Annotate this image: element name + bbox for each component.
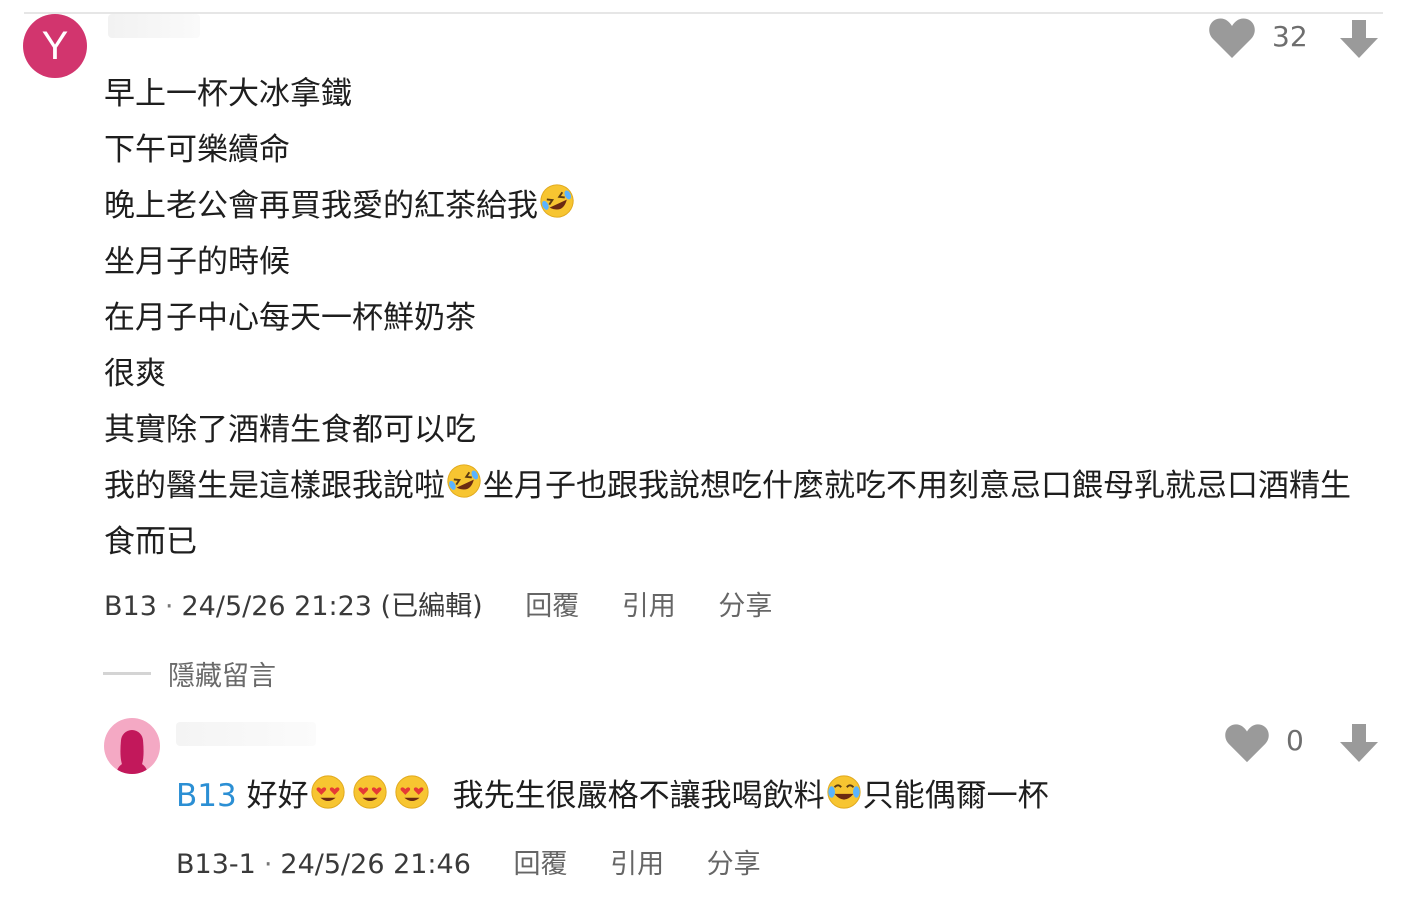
reply-button[interactable]: 回覆 [513, 849, 567, 880]
rofl-emoji-icon [540, 184, 574, 218]
hide-comments-button[interactable]: 隱藏留言 [168, 654, 276, 693]
share-button[interactable]: 分享 [718, 591, 772, 622]
username-placeholder [108, 14, 200, 38]
avatar-letter: Y [41, 23, 69, 68]
reply-floor-link[interactable]: B13 [176, 778, 237, 814]
user-silhouette-icon [116, 730, 148, 774]
comment-line: 在月子中心每天一杯鮮奶茶 [104, 300, 476, 336]
hide-comments-divider [103, 672, 151, 675]
comment-line: 我的醫生是這樣跟我說啦 坐月子也跟我說想吃什麼就吃不用刻意忌口餵母乳就忌口酒精生… [104, 458, 1374, 570]
reply-text: 我先生很嚴格不讓我喝飲料 [452, 778, 825, 814]
timestamp: 24/5/26 21:46 [280, 849, 471, 880]
reply-text: 只能偶爾一杯 [862, 778, 1049, 814]
comment-line: 很爽 [104, 356, 166, 392]
downvote-icon[interactable] [1338, 18, 1380, 60]
downvote-icon[interactable] [1338, 722, 1380, 764]
quote-button[interactable]: 引用 [622, 591, 676, 622]
like-count: 0 [1286, 724, 1304, 757]
floor-number: B13 [104, 591, 157, 622]
reply-meta: B13-1 · 24/5/26 21:46 回覆 引用 分享 [176, 842, 761, 881]
tears-of-joy-emoji-icon [826, 775, 861, 809]
quote-button[interactable]: 引用 [610, 849, 664, 880]
heart-eyes-emoji-icon [394, 775, 429, 809]
meta-separator: · [164, 591, 174, 622]
comment-meta: B13 · 24/5/26 21:23 (已編輯) 回覆 引用 分享 [104, 584, 772, 623]
comment-line: 坐月子的時候 [104, 244, 290, 280]
username-placeholder [176, 722, 316, 746]
avatar[interactable]: Y [23, 14, 87, 78]
reply-text: 好好 [246, 778, 309, 814]
like-count: 32 [1272, 20, 1308, 53]
floor-number: B13-1 [176, 849, 256, 880]
comment-line: 早上一杯大冰拿鐵 [104, 76, 352, 112]
comment-line: 下午可樂續命 [104, 132, 290, 168]
reply-button[interactable]: 回覆 [525, 591, 579, 622]
heart-eyes-emoji-icon [310, 775, 345, 809]
comment-line: 其實除了酒精生食都可以吃 [104, 412, 476, 448]
timestamp: 24/5/26 21:23 (已編輯) [181, 591, 483, 622]
reply-body: B13 好好 我先生很嚴格不讓我喝飲料 只能偶爾一杯 [176, 770, 1049, 815]
meta-separator: · [263, 849, 273, 880]
rofl-emoji-icon [447, 464, 481, 498]
comment-body: 早上一杯大冰拿鐵 下午可樂續命 晚上老公會再買我愛的紅茶給我 坐月子的時候 在月… [104, 66, 1374, 570]
heart-icon[interactable] [1208, 16, 1256, 60]
heart-icon[interactable] [1224, 722, 1270, 764]
avatar[interactable] [104, 718, 160, 774]
share-button[interactable]: 分享 [707, 849, 761, 880]
comment-line: 晚上老公會再買我愛的紅茶給我 [104, 178, 1374, 234]
heart-eyes-emoji-icon [352, 775, 387, 809]
top-divider [24, 12, 1383, 14]
